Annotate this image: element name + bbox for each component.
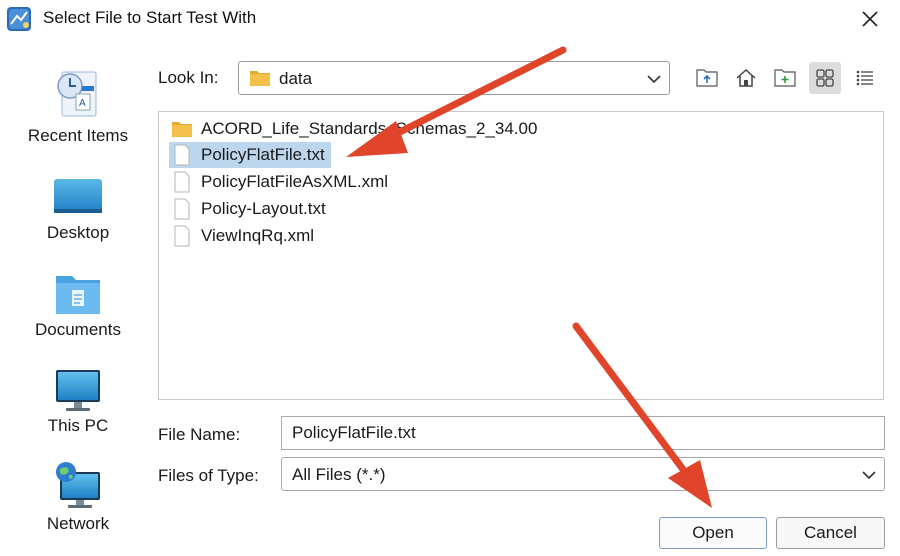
file-list[interactable]: ACORD_Life_Standards_Schemas_2_34.00 Pol… (158, 111, 884, 400)
place-label: Desktop (46, 223, 110, 242)
desktop-icon (52, 173, 104, 225)
place-label: Documents (35, 320, 121, 339)
title-bar: Select File to Start Test With (0, 0, 900, 40)
file-name: PolicyFlatFileAsXML.xml (201, 172, 389, 191)
list-item-folder[interactable]: ACORD_Life_Standards_Schemas_2_34.00 (169, 116, 543, 142)
app-logo-icon (6, 6, 32, 32)
details-list-icon[interactable] (849, 62, 881, 94)
files-of-type-dropdown[interactable]: All Files (*.*) (281, 457, 885, 491)
file-name-label: File Name: (158, 425, 241, 444)
folder-up-icon[interactable] (691, 62, 723, 94)
look-in-label: Look In: (158, 68, 219, 87)
place-label: Network (46, 514, 110, 533)
chevron-down-icon (645, 70, 663, 93)
computer-icon (52, 366, 104, 418)
list-item[interactable]: Policy-Layout.txt (169, 196, 332, 222)
file-icon (171, 225, 193, 247)
home-icon[interactable] (730, 62, 762, 94)
file-name-input[interactable] (282, 417, 884, 449)
file-name-field-box (281, 416, 885, 450)
place-network[interactable]: Network (0, 458, 156, 548)
list-item-selected[interactable]: PolicyFlatFile.txt (169, 142, 331, 168)
file-icon (171, 198, 193, 220)
recent-items-icon: A (52, 68, 104, 120)
cancel-button[interactable]: Cancel (776, 517, 885, 549)
file-icon (171, 144, 193, 166)
svg-text:A: A (79, 98, 86, 109)
network-globe-icon (52, 460, 104, 512)
list-item[interactable]: PolicyFlatFileAsXML.xml (169, 169, 394, 195)
files-of-type-value: All Files (*.*) (292, 465, 386, 484)
list-item[interactable]: ViewInqRq.xml (169, 223, 320, 249)
look-in-value: data (279, 69, 313, 88)
file-name: Policy-Layout.txt (201, 199, 326, 218)
file-name: ACORD_Life_Standards_Schemas_2_34.00 (201, 119, 538, 138)
file-icon (171, 171, 193, 193)
open-button[interactable]: Open (659, 517, 767, 549)
place-desktop[interactable]: Desktop (0, 165, 156, 255)
grid-view-icon[interactable] (809, 62, 841, 94)
place-documents[interactable]: Documents (0, 262, 156, 352)
chevron-down-icon (860, 466, 878, 489)
place-recent-items[interactable]: A Recent Items (0, 68, 156, 158)
folder-icon (171, 118, 193, 140)
place-label: This PC (47, 416, 109, 435)
look-in-dropdown[interactable]: data (238, 61, 670, 95)
place-label: Recent Items (27, 126, 129, 145)
new-folder-icon[interactable] (769, 62, 801, 94)
file-name: ViewInqRq.xml (201, 226, 315, 245)
file-name: PolicyFlatFile.txt (201, 145, 325, 164)
places-sidebar: A Recent Items Desktop Documents This PC… (0, 60, 156, 550)
documents-folder-icon (52, 268, 104, 320)
close-icon[interactable] (852, 2, 888, 36)
window-title: Select File to Start Test With (43, 8, 257, 27)
folder-icon (249, 69, 271, 92)
files-of-type-label: Files of Type: (158, 466, 259, 485)
place-this-pc[interactable]: This PC (0, 360, 156, 450)
